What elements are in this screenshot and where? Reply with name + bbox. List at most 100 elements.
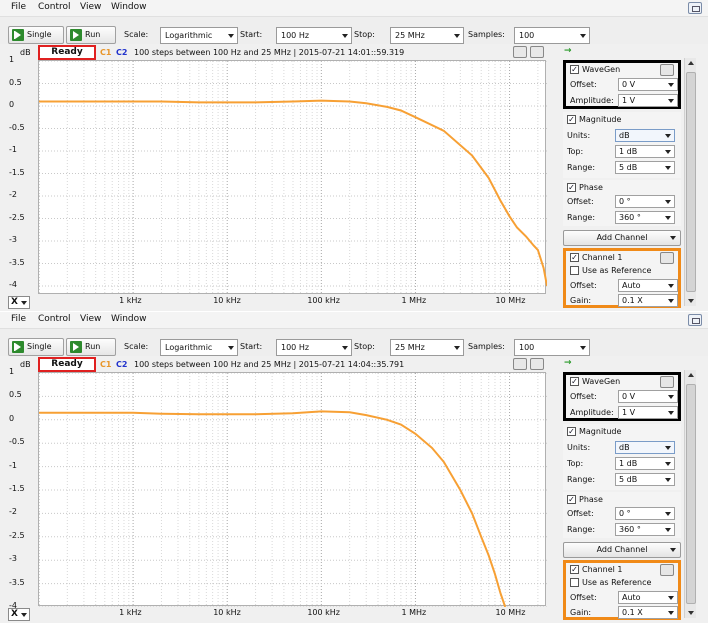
chevron-down-icon bbox=[668, 395, 674, 399]
wavegen-offset-select[interactable]: 0 V bbox=[618, 78, 678, 91]
start-frequency-select[interactable]: 100 Hz bbox=[276, 27, 352, 44]
menu-window[interactable]: Window bbox=[111, 314, 147, 324]
units-select[interactable]: dB bbox=[615, 129, 675, 142]
phase-offset-select[interactable]: 0 ° bbox=[615, 507, 675, 520]
phase-checkbox[interactable]: ✓ bbox=[567, 183, 576, 192]
menu-file[interactable]: File bbox=[11, 2, 26, 12]
sidebar-scrollbar[interactable] bbox=[684, 370, 696, 618]
channel-1-title[interactable]: ✓ Channel 1 bbox=[568, 563, 622, 577]
phase-range-select[interactable]: 360 ° bbox=[615, 523, 675, 536]
channel-1-legend[interactable]: C1 bbox=[100, 360, 111, 369]
add-channel-button[interactable]: Add Channel bbox=[563, 542, 681, 558]
add-channel-button[interactable]: Add Channel bbox=[563, 230, 681, 246]
x-tick-label: 10 MHz bbox=[495, 296, 526, 305]
wavegen-amplitude-select[interactable]: 1 V bbox=[618, 94, 678, 107]
magnitude-plot[interactable] bbox=[38, 60, 547, 295]
sidebar-scrollbar[interactable] bbox=[684, 58, 696, 306]
scale-select[interactable]: Logarithmic bbox=[160, 339, 238, 356]
magnitude-title[interactable]: ✓ Magnitude bbox=[565, 425, 621, 439]
scroll-thumb[interactable] bbox=[686, 384, 696, 604]
chevron-down-icon bbox=[668, 284, 674, 288]
use-as-reference-checkbox[interactable] bbox=[570, 578, 579, 587]
range-select[interactable]: 5 dB bbox=[615, 161, 675, 174]
run-button[interactable]: Run bbox=[66, 26, 116, 44]
top-select[interactable]: 1 dB bbox=[615, 457, 675, 470]
wavegen-checkbox[interactable]: ✓ bbox=[570, 65, 579, 74]
channel-1-checkbox[interactable]: ✓ bbox=[570, 565, 579, 574]
magnitude-checkbox[interactable]: ✓ bbox=[567, 427, 576, 436]
phase-title[interactable]: ✓ Phase bbox=[565, 493, 603, 507]
scale-select[interactable]: Logarithmic bbox=[160, 27, 238, 44]
y-tick-label: -0.5 bbox=[9, 122, 25, 132]
scroll-thumb[interactable] bbox=[686, 72, 696, 292]
wavegen-title[interactable]: ✓ WaveGen bbox=[568, 375, 620, 389]
phase-checkbox[interactable]: ✓ bbox=[567, 495, 576, 504]
gain-select[interactable]: 0.1 X bbox=[618, 294, 678, 307]
phase-range-select[interactable]: 360 ° bbox=[615, 211, 675, 224]
start-frequency-select[interactable]: 100 Hz bbox=[276, 339, 352, 356]
restore-window-button[interactable] bbox=[688, 314, 702, 326]
x-tick-label: 10 kHz bbox=[213, 608, 241, 617]
channel-1-checkbox[interactable]: ✓ bbox=[570, 253, 579, 262]
chevron-down-icon bbox=[670, 236, 676, 240]
scroll-up-icon[interactable] bbox=[688, 373, 694, 377]
units-select[interactable]: dB bbox=[615, 441, 675, 454]
menu-view[interactable]: View bbox=[80, 314, 101, 324]
cursor-icon[interactable] bbox=[513, 46, 527, 58]
x-tick-label: 1 kHz bbox=[119, 608, 142, 617]
scroll-up-icon[interactable] bbox=[688, 61, 694, 65]
menu-control[interactable]: Control bbox=[38, 2, 71, 12]
gain-label: Gain: bbox=[570, 296, 592, 305]
wavegen-amplitude-select[interactable]: 1 V bbox=[618, 406, 678, 419]
sweep-info-text: 100 steps between 100 Hz and 25 MHz | 20… bbox=[134, 360, 405, 369]
y-tick-label: 0.5 bbox=[9, 390, 22, 400]
run-button[interactable]: Run bbox=[66, 338, 116, 356]
wavegen-offset-select[interactable]: 0 V bbox=[618, 390, 678, 403]
menu-window[interactable]: Window bbox=[111, 2, 147, 12]
single-button[interactable]: Single bbox=[8, 338, 64, 356]
top-select[interactable]: 1 dB bbox=[615, 145, 675, 158]
stop-frequency-select[interactable]: 25 MHz bbox=[390, 339, 464, 356]
wavegen-group: ✓ WaveGen Offset: 0 V Amplitude: 1 V bbox=[563, 60, 681, 109]
arrow-right-icon[interactable]: → bbox=[564, 358, 572, 368]
phase-title[interactable]: ✓ Phase bbox=[565, 181, 603, 195]
gain-select[interactable]: 0.1 X bbox=[618, 606, 678, 619]
samples-select[interactable]: 100 bbox=[514, 339, 590, 356]
wavegen-title[interactable]: ✓ WaveGen bbox=[568, 63, 620, 77]
offset-label: Offset: bbox=[570, 392, 597, 401]
menu-view[interactable]: View bbox=[80, 2, 101, 12]
channel-1-title[interactable]: ✓ Channel 1 bbox=[568, 251, 622, 265]
zoom-icon[interactable] bbox=[530, 46, 544, 58]
settings-icon[interactable] bbox=[660, 64, 674, 76]
channel-offset-select[interactable]: Auto bbox=[618, 279, 678, 292]
restore-window-button[interactable] bbox=[688, 2, 702, 14]
scroll-down-icon[interactable] bbox=[688, 299, 694, 303]
magnitude-plot[interactable] bbox=[38, 372, 547, 607]
phase-offset-select[interactable]: 0 ° bbox=[615, 195, 675, 208]
stop-frequency-select[interactable]: 25 MHz bbox=[390, 27, 464, 44]
cursor-icon[interactable] bbox=[513, 358, 527, 370]
channel-offset-select[interactable]: Auto bbox=[618, 591, 678, 604]
range-select[interactable]: 5 dB bbox=[615, 473, 675, 486]
menu-file[interactable]: File bbox=[11, 314, 26, 324]
wavegen-checkbox[interactable]: ✓ bbox=[570, 377, 579, 386]
use-as-reference-checkbox[interactable] bbox=[570, 266, 579, 275]
channel-2-legend[interactable]: C2 bbox=[116, 48, 127, 57]
settings-icon[interactable] bbox=[660, 376, 674, 388]
magnitude-title[interactable]: ✓ Magnitude bbox=[565, 113, 621, 127]
magnitude-checkbox[interactable]: ✓ bbox=[567, 115, 576, 124]
samples-select[interactable]: 100 bbox=[514, 27, 590, 44]
channel-1-legend[interactable]: C1 bbox=[100, 48, 111, 57]
arrow-right-icon[interactable]: → bbox=[564, 46, 572, 56]
x-axis-selector[interactable]: X bbox=[8, 296, 30, 309]
single-button[interactable]: Single bbox=[8, 26, 64, 44]
settings-icon[interactable] bbox=[660, 564, 674, 576]
scroll-down-icon[interactable] bbox=[688, 611, 694, 615]
settings-icon[interactable] bbox=[660, 252, 674, 264]
menu-control[interactable]: Control bbox=[38, 314, 71, 324]
use-as-reference-option[interactable]: Use as Reference bbox=[568, 576, 651, 590]
x-axis-selector[interactable]: X bbox=[8, 608, 30, 621]
use-as-reference-option[interactable]: Use as Reference bbox=[568, 264, 651, 278]
zoom-icon[interactable] bbox=[530, 358, 544, 370]
channel-2-legend[interactable]: C2 bbox=[116, 360, 127, 369]
